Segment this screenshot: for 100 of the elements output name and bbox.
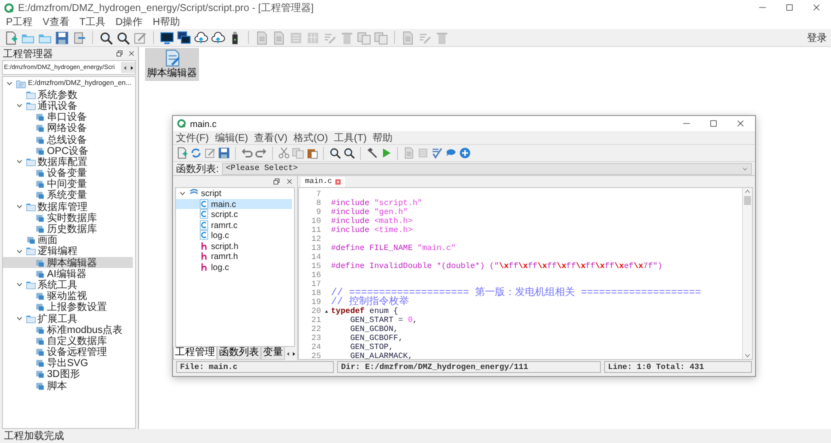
tree-item[interactable]: 通讯设备 [3,100,133,112]
menu-item[interactable]: 文件(F) [176,130,209,144]
panel-tab[interactable]: 函数列表 [217,347,261,360]
tree-item[interactable]: 数据库配置 [3,156,133,168]
chevron-down-icon[interactable] [179,190,186,197]
tree-item[interactable]: script [176,188,292,198]
tree-item[interactable]: 上报参数设置 [3,302,133,313]
menu-item[interactable]: 格式(O) [293,130,328,144]
undo-icon[interactable] [241,147,253,159]
monitors-icon[interactable] [177,30,191,44]
float-icon[interactable] [273,178,280,185]
tree-item[interactable]: 实时数据库 [3,212,133,224]
scroll-right-button[interactable] [128,62,135,73]
save-icon[interactable] [218,147,230,159]
tree-item[interactable]: 扩展工具 [3,312,133,324]
export-icon[interactable] [72,30,86,44]
tree-item[interactable]: AI编辑器 [3,268,133,280]
arrow-down-icon[interactable] [744,352,751,359]
tree-item[interactable]: 网络设备 [3,122,133,134]
tree-item[interactable]: 系统工具 [3,279,133,291]
scissors-icon[interactable] [278,147,290,159]
new-file-icon[interactable] [4,30,18,44]
redo-icon[interactable] [255,147,267,159]
chevron-down-icon[interactable] [16,158,22,166]
tree-item[interactable]: script.c [176,209,292,220]
close-icon[interactable] [812,3,821,12]
scroll-left-button[interactable] [121,62,128,73]
menu-item[interactable]: 帮助 [372,130,393,144]
tree-item[interactable]: 自定义数据库 [3,335,133,346]
tree-item[interactable]: 串口设备 [3,112,133,123]
tree-item[interactable]: script.h [176,240,292,251]
arrow-left-icon[interactable] [285,350,291,356]
paste-icon[interactable] [306,147,318,159]
search-icon[interactable] [116,30,130,44]
tree-item[interactable]: 3D图形 [3,368,133,380]
close-icon[interactable] [286,178,293,185]
tree-item[interactable]: 数据库管理 [3,201,133,212]
globe-icon[interactable] [459,147,471,159]
chevron-down-icon[interactable] [16,281,22,288]
fold-icon[interactable] [324,309,328,314]
maximize-icon[interactable] [785,3,794,12]
tree-item[interactable]: 设备变量 [3,168,133,179]
tree-item[interactable]: 历史数据库 [3,223,133,235]
scrollbar[interactable] [742,188,752,359]
close-icon[interactable] [736,119,745,128]
tree-item[interactable]: 导出SVG [3,358,133,369]
search-icon[interactable] [99,30,113,44]
cloud-upload-icon[interactable] [194,30,208,44]
float-icon[interactable] [116,50,123,57]
tree-item[interactable]: log.c [176,230,292,240]
chevron-down-icon[interactable] [16,203,22,210]
tree-item[interactable]: 脚本 [3,380,133,392]
monitor-icon[interactable] [160,30,174,44]
desktop-shortcut[interactable]: 脚本编辑器 [145,48,199,81]
menu-item[interactable]: 编辑(E) [214,130,248,144]
hammer-icon[interactable] [366,147,378,159]
tree-item[interactable]: 标准modbus点表 [3,324,133,336]
menu-item[interactable]: 查看(V) [254,130,288,144]
arrow-left-icon[interactable] [122,64,128,70]
tree-item[interactable]: 驱动监视 [3,290,133,302]
tree-item[interactable]: 总线设备 [3,134,133,146]
check-icon[interactable] [431,147,443,159]
tree-item[interactable]: 逻辑编程 [3,246,133,257]
new-file-icon[interactable] [176,147,188,159]
panel-tab[interactable]: 工程管理 [173,347,217,360]
chevron-down-icon[interactable] [16,102,22,110]
function-select[interactable]: <Please Select> [222,162,752,174]
menu-item[interactable]: 工具(T) [334,130,367,144]
arrow-right-icon[interactable] [291,350,297,356]
speech-bubble-icon[interactable] [445,147,457,159]
menu-item[interactable]: V查看 [42,15,70,29]
tree-item[interactable]: OPC设备 [3,145,133,156]
arrow-right-icon[interactable] [128,64,134,70]
menu-item[interactable]: T工具 [79,15,106,29]
tree-item[interactable]: 系统变量 [3,190,133,202]
panel-tab[interactable]: 变量 [261,347,285,360]
menu-item[interactable]: D操作 [115,15,143,29]
refresh-icon[interactable] [190,147,202,159]
login-link[interactable]: 登录 [807,30,827,44]
tree-item[interactable]: main.c [176,198,292,209]
arrow-up-icon[interactable] [744,188,751,195]
chevron-down-icon[interactable] [16,315,22,322]
menu-item[interactable]: H帮助 [152,15,180,29]
tree-item[interactable]: 中间变量 [3,178,133,190]
tree-item[interactable]: ramrt.h [176,251,292,262]
maximize-icon[interactable] [709,119,718,128]
tree-item[interactable]: 脚本编辑器 [3,257,133,268]
tree-item[interactable]: ramrt.c [176,220,292,230]
tree-item[interactable]: 设备远程管理 [3,346,133,358]
tree-item[interactable]: 画面 [3,234,133,246]
scrollbar-thumb[interactable] [744,196,751,205]
tree-item[interactable]: 系统参数 [3,89,133,100]
cloud-upload-icon[interactable] [211,30,225,44]
tree-item[interactable]: log.c [176,262,292,272]
search-icon[interactable] [343,147,355,159]
close-icon[interactable] [128,50,135,57]
chevron-down-icon[interactable] [16,248,22,255]
search-icon[interactable] [329,147,341,159]
chevron-down-icon[interactable] [6,80,13,88]
menu-item[interactable]: P工程 [6,15,33,29]
